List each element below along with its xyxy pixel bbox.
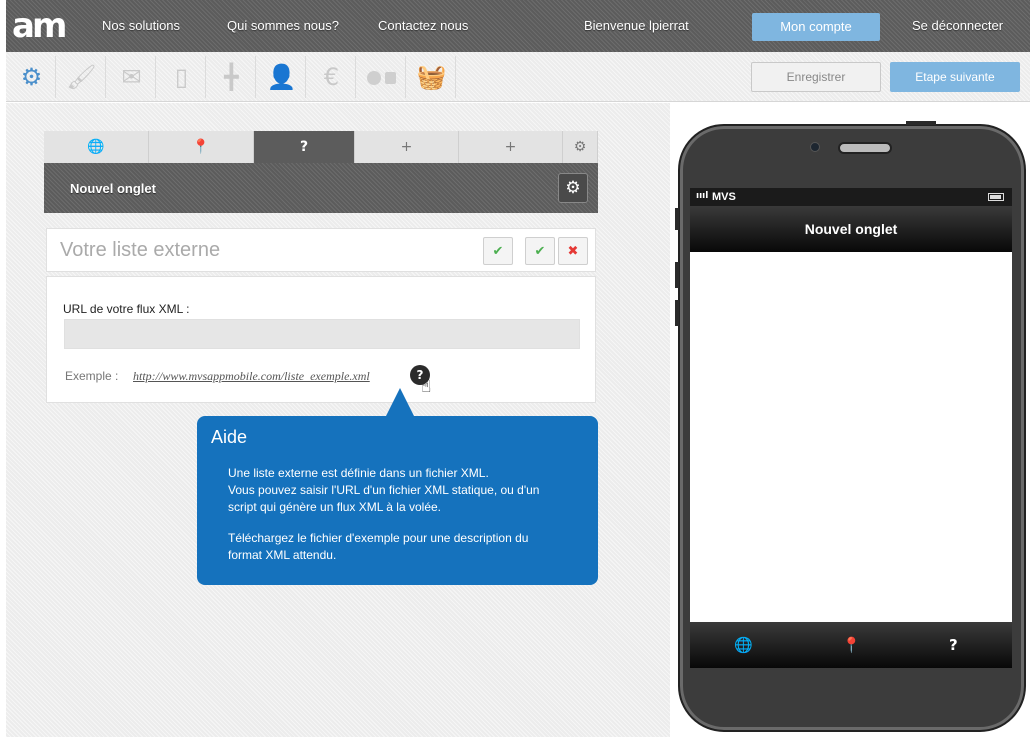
app-tab-bar: 🌐 📍 ? + + ⚙ (44, 131, 598, 163)
nav-link-solutions[interactable]: Nos solutions (102, 0, 180, 52)
signal-icon: ıııl (696, 191, 709, 201)
validate-button[interactable]: ✔ (483, 237, 513, 265)
brush-icon[interactable]: 🖌 (58, 56, 106, 98)
tooltip-text-line: Vous pouvez saisir l'URL d'un fichier XM… (228, 483, 540, 497)
tab-add-plus-icon-2[interactable]: + (459, 131, 563, 163)
url-input[interactable] (64, 319, 580, 349)
help-tooltip: Aide Une liste externe est définie dans … (197, 416, 598, 585)
apple-android-icon-shape (366, 71, 396, 85)
phone-icon[interactable]: ▯ (158, 56, 206, 98)
phone-status-bar: ıııl MVS (690, 188, 1012, 206)
grid-icon[interactable]: ╋ (208, 56, 256, 98)
tooltip-arrow (386, 388, 414, 416)
apple-android-icon[interactable] (358, 56, 406, 98)
next-step-button[interactable]: Etape suivante (890, 62, 1020, 92)
phone-side-key (675, 262, 679, 288)
validate-next-button[interactable]: ✔ (525, 237, 555, 265)
tab-question-icon[interactable]: ? (254, 131, 355, 163)
external-list-panel: Votre liste externe ✔ ✔ ✖ (46, 228, 596, 272)
url-field-label: URL de votre flux XML : (63, 302, 190, 316)
euro-icon[interactable]: € (308, 56, 356, 98)
brand-logo[interactable]: am (12, 8, 70, 44)
save-button[interactable]: Enregistrer (751, 62, 881, 92)
battery-icon (988, 193, 1004, 201)
main-toolbar: ⚙ 🖌 ✉ ▯ ╋ 👤 € 🧺 Enregistrer Etape suivan… (6, 52, 1030, 102)
example-label: Exemple : (65, 369, 119, 383)
tab-header-title: Nouvel onglet (70, 181, 156, 196)
nav-link-contact[interactable]: Contactez nous (378, 0, 468, 52)
phone-top-key (906, 121, 936, 125)
tab-pin-icon[interactable]: 📍 (149, 131, 254, 163)
phone-side-key (675, 300, 679, 326)
carrier-name: MVS (712, 191, 736, 203)
tab-header: Nouvel onglet ⚙ (44, 163, 598, 213)
phone-camera (810, 142, 820, 152)
welcome-text: Bienvenue lpierrat (584, 18, 689, 33)
user-icon[interactable]: 👤 (258, 56, 306, 98)
tab-settings-gear-icon[interactable]: ⚙ (563, 131, 598, 163)
hand-cursor-icon: ☝ (421, 377, 432, 397)
list-panel-title: Votre liste externe (60, 239, 221, 261)
gears-icon[interactable]: ⚙ (8, 56, 56, 98)
mail-icon[interactable]: ✉ (108, 56, 156, 98)
tab-globe-icon[interactable]: 🌐 (44, 131, 149, 163)
phone-app-bar-title: Nouvel onglet (690, 206, 1012, 252)
phone-tab-globe-icon[interactable]: 🌐 (734, 622, 753, 668)
xml-url-form: URL de votre flux XML : Exemple : http:/… (46, 276, 596, 403)
phone-tab-bar: 🌐 📍 ? (690, 622, 1012, 668)
phone-screen: ıııl MVS Nouvel onglet 🌐 📍 ? (690, 188, 1012, 668)
tooltip-text-line: Une liste externe est définie dans un fi… (228, 466, 489, 480)
nav-link-about[interactable]: Qui sommes nous? (227, 0, 339, 52)
logout-link[interactable]: Se déconnecter (912, 0, 1003, 52)
phone-speaker (838, 142, 892, 154)
tab-add-plus-icon[interactable]: + (355, 131, 459, 163)
phone-side-key (675, 208, 679, 230)
account-button[interactable]: Mon compte (752, 13, 880, 41)
phone-tab-pin-icon[interactable]: 📍 (842, 622, 861, 668)
tooltip-text-line: format XML attendu. (228, 548, 337, 562)
tooltip-text-line: script qui génère un flux XML à la volée… (228, 500, 442, 514)
top-navigation: am Nos solutions Qui sommes nous? Contac… (6, 0, 1030, 52)
cancel-button[interactable]: ✖ (558, 237, 588, 265)
tooltip-text-line: Téléchargez le fichier d'exemple pour un… (228, 531, 529, 545)
tab-gear-icon[interactable]: ⚙ (558, 173, 588, 203)
basket-icon[interactable]: 🧺 (408, 56, 456, 98)
tooltip-title: Aide (211, 427, 248, 447)
phone-tab-question-icon[interactable]: ? (949, 622, 958, 668)
example-file-link[interactable]: http://www.mvsappmobile.com/liste_exempl… (133, 369, 370, 384)
